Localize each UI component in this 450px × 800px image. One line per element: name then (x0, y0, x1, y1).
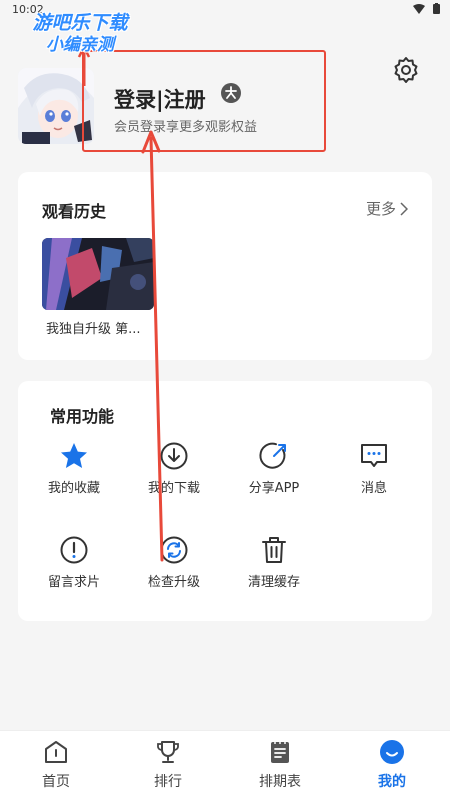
history-item-thumbnail[interactable] (42, 238, 154, 310)
history-item-title[interactable]: 我独自升级 第... (46, 318, 166, 337)
messages-label: 消息 (360, 481, 387, 496)
share-icon (259, 442, 286, 469)
message-icon (361, 444, 387, 467)
tab-home-label: 首页 (42, 774, 70, 790)
settings-gear-icon[interactable] (392, 56, 420, 84)
watermark-line2: 小编亲测 (46, 34, 114, 55)
downloads-label: 我的下载 (147, 481, 200, 496)
trophy-icon (157, 741, 179, 763)
tab-schedule[interactable]: 排期表 (240, 739, 320, 791)
login-subtitle: 会员登录享更多观影权益 (114, 120, 258, 135)
watermark-line1: 游吧乐下载 (32, 12, 128, 34)
history-more-link[interactable]: 更多 (366, 198, 408, 219)
tab-schedule-label: 排期表 (259, 774, 301, 790)
check-update-button[interactable]: 检查升级 (134, 535, 214, 590)
refresh-icon (160, 536, 188, 564)
clear-cache-label: 清理缓存 (247, 575, 300, 590)
clear-cache-button[interactable]: 清理缓存 (234, 535, 314, 590)
thumbnail-image (42, 238, 154, 310)
history-title: 观看历史 (42, 202, 107, 221)
wifi-icon (413, 3, 425, 14)
download-icon (160, 442, 188, 470)
star-icon (61, 443, 87, 468)
profile-icon (380, 740, 404, 764)
watermark: 游吧乐下载 小编亲测 (10, 12, 150, 55)
more-label: 更多 (365, 200, 396, 218)
battery-icon (433, 3, 440, 14)
history-card: 观看历史 更多 我独自升级 第... (18, 172, 432, 360)
bottom-tab-bar: 首页 排行 排期表 我的 (0, 730, 450, 800)
share-app-label: 分享APP (248, 481, 300, 496)
schedule-icon (271, 740, 289, 763)
tab-ranking-label: 排行 (154, 774, 182, 790)
functions-card: 常用功能 我的收藏 我的下载 分享APP 消息 留言求片 检查升级 清理缓存 (18, 381, 432, 621)
vip-badge-icon (221, 83, 241, 103)
exclamation-icon (60, 536, 88, 564)
downloads-button[interactable]: 我的下载 (134, 441, 214, 496)
tab-ranking[interactable]: 排行 (128, 739, 208, 791)
favorites-button[interactable]: 我的收藏 (34, 441, 114, 496)
messages-button[interactable]: 消息 (334, 441, 414, 496)
home-icon (45, 741, 67, 763)
check-update-label: 检查升级 (147, 575, 200, 590)
login-register-link[interactable]: 登录|注册 (114, 84, 206, 114)
tab-profile[interactable]: 我的 (352, 739, 432, 791)
request-film-label: 留言求片 (47, 575, 100, 590)
tab-profile-label: 我的 (378, 774, 406, 790)
share-app-button[interactable]: 分享APP (234, 441, 314, 496)
trash-icon (262, 537, 286, 563)
request-film-button[interactable]: 留言求片 (34, 535, 114, 590)
chevron-right-icon (400, 201, 408, 216)
status-icons (413, 3, 440, 14)
favorites-label: 我的收藏 (47, 481, 100, 496)
functions-title: 常用功能 (50, 407, 115, 426)
tab-home[interactable]: 首页 (16, 739, 96, 791)
